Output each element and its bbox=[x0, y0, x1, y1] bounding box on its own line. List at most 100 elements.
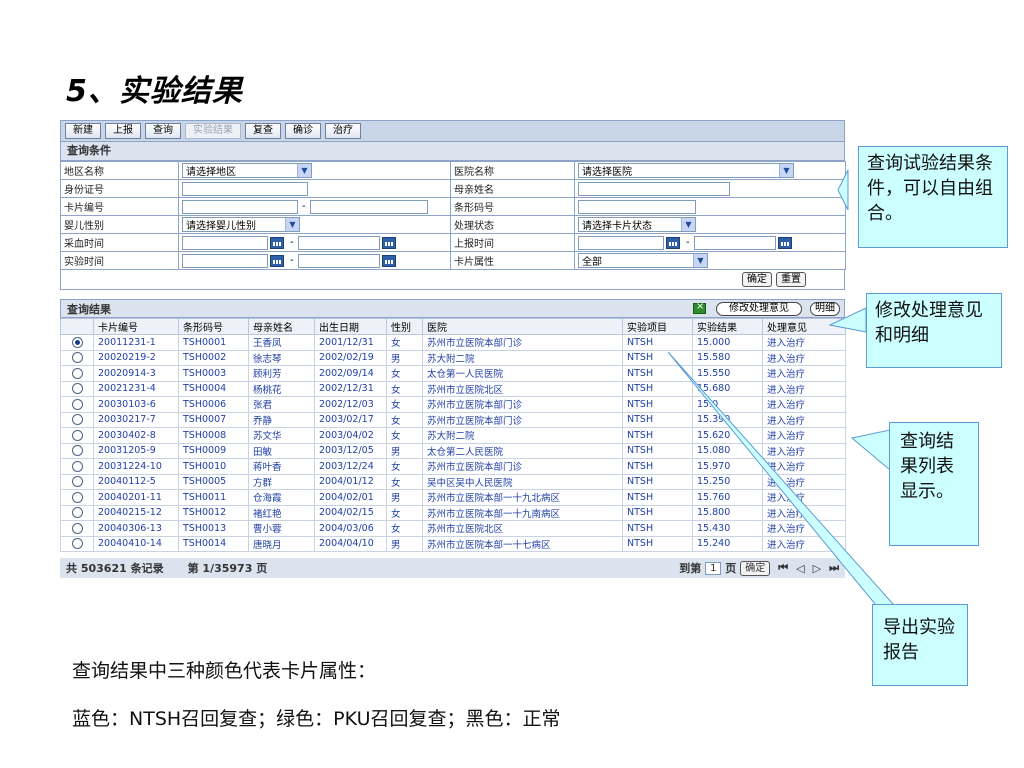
cell-value: 15.390 bbox=[692, 411, 763, 428]
blood-from-input[interactable] bbox=[182, 235, 268, 250]
row-radio[interactable] bbox=[71, 538, 83, 550]
query-button[interactable]: 查询 bbox=[145, 123, 181, 139]
prev-page-icon[interactable]: ◁ bbox=[796, 562, 804, 575]
goto-confirm-button[interactable]: 确定 bbox=[740, 560, 771, 576]
treat-link[interactable]: 进入治疗 bbox=[762, 411, 846, 428]
conditions-actions: 确定 重置 bbox=[60, 270, 845, 290]
test-result-button[interactable]: 实验结果 bbox=[185, 123, 241, 139]
calendar-icon[interactable] bbox=[381, 254, 396, 267]
cell-value: 15.550 bbox=[692, 365, 763, 382]
row-radio[interactable] bbox=[71, 476, 83, 488]
mother-label: 母亲姓名 bbox=[450, 179, 575, 198]
cell-item: NTSH bbox=[622, 520, 693, 537]
recheck-button[interactable]: 复查 bbox=[245, 123, 281, 139]
table-row[interactable]: 20020219-2 TSH0002 徐志琴 2002/02/19 男苏大附二院 NTSH… bbox=[60, 349, 846, 366]
cell-sex: 男 bbox=[386, 349, 423, 366]
table-row[interactable]: 20040201-11 TSH0011 仓海霞 2004/02/01 男苏州市立医院本部… bbox=[60, 489, 846, 506]
calendar-icon[interactable] bbox=[666, 236, 680, 249]
gender-select[interactable]: 请选择婴儿性别 ▼ bbox=[182, 217, 300, 232]
treat-link[interactable]: 进入治疗 bbox=[762, 396, 846, 413]
cell-barcode: TSH0008 bbox=[178, 427, 249, 444]
table-row[interactable]: 20020914-3 TSH0003 顾利芳 2002/09/14 女太仓第一人民医院 N… bbox=[60, 365, 846, 382]
card-from-input[interactable] bbox=[182, 199, 298, 214]
test-from-input[interactable] bbox=[182, 253, 268, 268]
status-select[interactable]: 请选择卡片状态 ▼ bbox=[578, 217, 696, 232]
treat-link[interactable]: 进入治疗 bbox=[762, 489, 846, 506]
first-page-icon[interactable]: ⏮ bbox=[778, 561, 788, 575]
table-row[interactable]: 20040112-5 TSH0005 方群 2004/01/12 女吴中区吴中人民医院 N… bbox=[60, 473, 846, 490]
cell-sex: 男 bbox=[386, 442, 423, 459]
detail-button[interactable]: 明细 bbox=[810, 301, 840, 316]
report-from-input[interactable] bbox=[578, 235, 664, 250]
table-row[interactable]: 20031205-9 TSH0009 田敏 2003/12/05 男太仓第二人民医院 NT… bbox=[60, 442, 846, 459]
table-row[interactable]: 20030402-8 TSH0008 苏文华 2003/04/02 女苏大附二院 NTSH… bbox=[60, 427, 846, 444]
blood-to-input[interactable] bbox=[297, 235, 380, 250]
table-row[interactable]: 20040215-12 TSH0012 褚红艳 2004/02/15 女苏州市立医院本部… bbox=[60, 504, 846, 521]
modify-opinion-button[interactable]: 修改处理意见 bbox=[716, 301, 802, 316]
card-attr-select[interactable]: 全部 ▼ bbox=[578, 253, 708, 268]
row-radio[interactable] bbox=[71, 460, 83, 472]
row-radio[interactable] bbox=[71, 383, 83, 395]
calendar-icon[interactable] bbox=[270, 236, 284, 249]
test-to-input[interactable] bbox=[297, 253, 380, 268]
treat-button[interactable]: 治疗 bbox=[325, 123, 361, 139]
reset-button[interactable]: 重置 bbox=[776, 272, 806, 287]
treat-link[interactable]: 进入治疗 bbox=[762, 334, 846, 351]
cell-mother: 王香凤 bbox=[248, 334, 315, 351]
range-separator: - bbox=[290, 255, 294, 266]
row-radio[interactable] bbox=[71, 414, 83, 426]
callout-list-text: 查询结果列表显示。 bbox=[900, 431, 954, 502]
treat-link[interactable]: 进入治疗 bbox=[762, 349, 846, 366]
page-input[interactable]: 1 bbox=[705, 561, 722, 575]
report-button[interactable]: 上报 bbox=[105, 123, 141, 139]
diagnose-button[interactable]: 确诊 bbox=[285, 123, 321, 139]
row-radio[interactable] bbox=[71, 522, 83, 534]
treat-link[interactable]: 进入治疗 bbox=[762, 427, 846, 444]
row-radio[interactable] bbox=[71, 398, 83, 410]
table-row[interactable]: 20031224-10 TSH0010 蒋叶香 2003/12/24 女苏州市立医院本部… bbox=[60, 458, 846, 475]
barcode-input[interactable] bbox=[578, 199, 696, 214]
calendar-icon[interactable] bbox=[381, 236, 396, 249]
column-header: 医院 bbox=[422, 318, 623, 335]
next-page-icon[interactable]: ▷ bbox=[813, 562, 821, 575]
row-select-cell bbox=[60, 535, 94, 552]
row-select-cell bbox=[60, 489, 94, 506]
row-radio[interactable] bbox=[71, 507, 83, 519]
row-radio[interactable] bbox=[71, 445, 83, 457]
cell-mother: 杨桃花 bbox=[248, 380, 315, 397]
table-row[interactable]: 20040410-14 TSH0014 唐晓月 2004/04/10 男苏州市立医院本部… bbox=[60, 535, 846, 552]
hospital-select[interactable]: 请选择医院 ▼ bbox=[578, 163, 794, 178]
treat-link[interactable]: 进入治疗 bbox=[762, 520, 846, 537]
treat-link[interactable]: 进入治疗 bbox=[762, 504, 846, 521]
last-page-icon[interactable]: ⏭ bbox=[829, 561, 839, 575]
row-radio[interactable] bbox=[71, 352, 83, 364]
row-radio[interactable] bbox=[71, 367, 83, 379]
mother-name-input[interactable] bbox=[578, 181, 730, 196]
row-radio[interactable] bbox=[71, 429, 83, 441]
row-radio[interactable] bbox=[71, 336, 83, 348]
treat-link[interactable]: 进入治疗 bbox=[762, 365, 846, 382]
region-select[interactable]: 请选择地区 ▼ bbox=[182, 163, 312, 178]
id-input[interactable] bbox=[182, 181, 308, 196]
cell-hospital: 苏大附二院 bbox=[422, 349, 623, 366]
treat-link[interactable]: 进入治疗 bbox=[762, 458, 846, 475]
row-radio[interactable] bbox=[71, 491, 83, 503]
calendar-icon[interactable] bbox=[270, 254, 284, 267]
calendar-icon[interactable] bbox=[777, 236, 792, 249]
toolbar: 新建 上报 查询 实验结果 复查 确诊 治疗 bbox=[60, 120, 845, 142]
confirm-button[interactable]: 确定 bbox=[742, 272, 772, 287]
new-button[interactable]: 新建 bbox=[65, 123, 101, 139]
excel-export-icon[interactable] bbox=[693, 301, 706, 314]
treat-link[interactable]: 进入治疗 bbox=[762, 473, 846, 490]
table-row[interactable]: 20021231-4 TSH0004 杨桃花 2002/12/31 女苏州市立医院北区 N… bbox=[60, 380, 846, 397]
table-row[interactable]: 20040306-13 TSH0013 曹小蓉 2004/03/06 女苏州市立医院北区… bbox=[60, 520, 846, 537]
report-to-input[interactable] bbox=[693, 235, 776, 250]
table-row[interactable]: 20030217-7 TSH0007 乔静 2003/02/17 女苏州市立医院本部门诊… bbox=[60, 411, 846, 428]
table-row[interactable]: 20030103-6 TSH0006 张君 2002/12/03 女苏州市立医院本部门诊… bbox=[60, 396, 846, 413]
card-to-input[interactable] bbox=[309, 199, 428, 214]
table-row[interactable]: 20011231-1 TSH0001 王香凤 2001/12/31 女苏州市立医院本部门… bbox=[60, 334, 846, 351]
treat-link[interactable]: 进入治疗 bbox=[762, 380, 846, 397]
treat-link[interactable]: 进入治疗 bbox=[762, 442, 846, 459]
gender-select-value: 请选择婴儿性别 bbox=[186, 221, 256, 232]
treat-link[interactable]: 进入治疗 bbox=[762, 535, 846, 552]
